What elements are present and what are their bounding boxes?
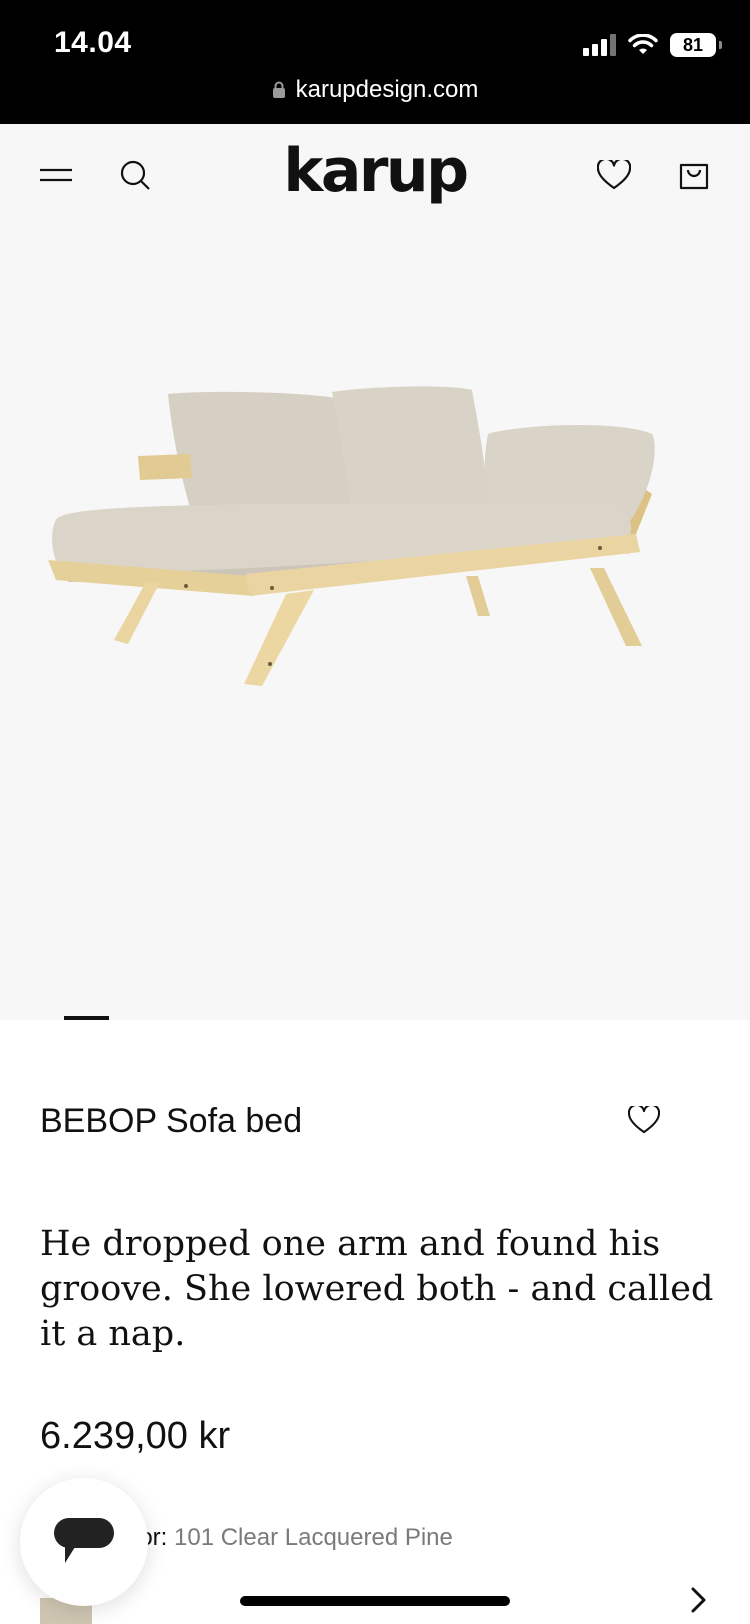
system-icons: 81 — [583, 30, 722, 60]
sofa-bed-image — [48, 386, 655, 686]
chevron-right-icon[interactable] — [684, 1580, 714, 1620]
shopping-bag-icon[interactable] — [674, 155, 714, 195]
status-bar: 14.04 81 karupdesign.com — [0, 0, 750, 124]
heart-icon[interactable] — [624, 1100, 664, 1140]
status-time: 14.04 — [54, 26, 132, 59]
color-selector[interactable]: lor: 101 Clear Lacquered Pine — [134, 1524, 453, 1552]
lock-icon — [272, 81, 285, 98]
chat-button[interactable] — [20, 1478, 148, 1606]
carousel-indicator[interactable] — [64, 1016, 109, 1020]
site-header: karup — [0, 124, 750, 224]
address-bar[interactable]: karupdesign.com — [0, 76, 750, 104]
battery-indicator: 81 — [670, 33, 722, 57]
heart-icon[interactable] — [594, 155, 634, 195]
karup-logo[interactable]: karup — [0, 136, 750, 206]
cellular-signal-icon — [583, 34, 616, 56]
url-text: karupdesign.com — [295, 76, 479, 103]
product-tagline: He dropped one arm and found his groove.… — [40, 1224, 714, 1354]
wifi-icon — [628, 34, 658, 54]
product-title: BEBOP Sofa bed — [40, 1102, 303, 1140]
product-price: 6.239,00 kr — [40, 1415, 231, 1457]
home-indicator — [240, 1596, 510, 1606]
chat-bubble-icon — [54, 1518, 114, 1563]
color-value: 101 Clear Lacquered Pine — [174, 1524, 453, 1551]
product-image-carousel[interactable] — [0, 224, 750, 1020]
